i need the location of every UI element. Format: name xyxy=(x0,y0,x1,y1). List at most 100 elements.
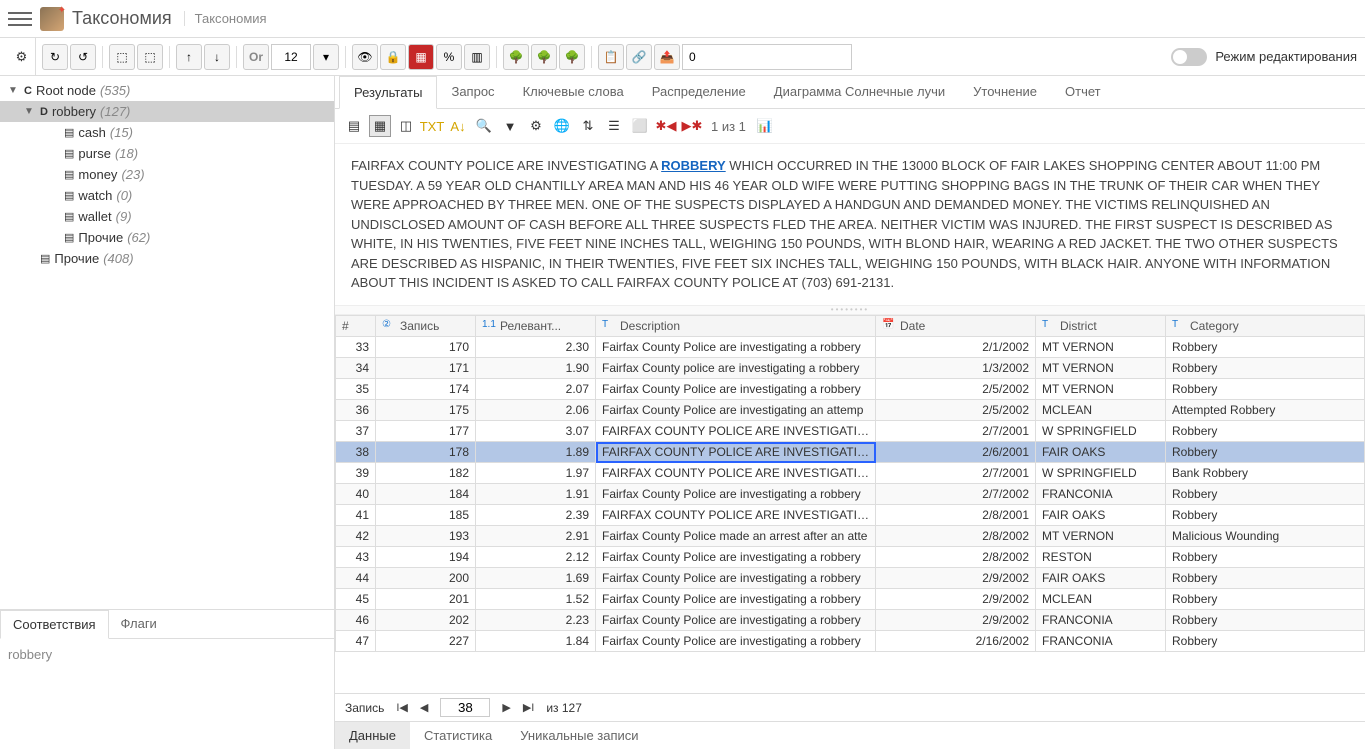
table-row[interactable]: 462022.23Fairfax County Police are inves… xyxy=(336,610,1365,631)
pager-next-icon[interactable]: ▶ xyxy=(502,701,510,714)
menu-icon[interactable] xyxy=(8,7,32,31)
main-tab[interactable]: Уточнение xyxy=(959,76,1051,108)
table-row[interactable]: 341711.90Fairfax County police are inves… xyxy=(336,358,1365,379)
col-num[interactable]: # xyxy=(336,315,376,337)
view-split-icon[interactable]: ◫ xyxy=(395,115,417,137)
view-list-icon[interactable]: ▤ xyxy=(343,115,365,137)
bottom-tab[interactable]: Уникальные записи xyxy=(506,722,652,749)
caret-icon[interactable]: ▼ xyxy=(24,106,36,117)
table-row[interactable]: 452011.52Fairfax County Police are inves… xyxy=(336,589,1365,610)
detail-highlight[interactable]: ROBBERY xyxy=(661,158,726,173)
tab-flags[interactable]: Флаги xyxy=(109,610,169,638)
caret-icon[interactable]: ▼ xyxy=(8,85,20,96)
filter-icon[interactable]: ▼ xyxy=(499,115,521,137)
table-row[interactable]: 411852.39FAIRFAX COUNTY POLICE ARE INVES… xyxy=(336,505,1365,526)
table-row[interactable]: 351742.07Fairfax County Police are inves… xyxy=(336,379,1365,400)
col-record[interactable]: ②Запись xyxy=(376,315,476,337)
collapse-button[interactable]: ⬚ xyxy=(137,44,163,70)
gear-icon[interactable]: ⚙ xyxy=(525,115,547,137)
main-tab[interactable]: Ключевые слова xyxy=(509,76,638,108)
eye-button[interactable]: 👁 xyxy=(352,44,378,70)
main-tab[interactable]: Отчет xyxy=(1051,76,1115,108)
table-row[interactable]: 371773.07FAIRFAX COUNTY POLICE ARE INVES… xyxy=(336,421,1365,442)
col-category[interactable]: TCategory xyxy=(1166,315,1365,337)
table-row[interactable]: 442001.69Fairfax County Police are inves… xyxy=(336,568,1365,589)
tree-node[interactable]: ▤watch(0) xyxy=(0,185,334,206)
value-spinner[interactable] xyxy=(682,44,852,70)
table-row[interactable]: 421932.91Fairfax County Police made an a… xyxy=(336,526,1365,547)
node-label: watch xyxy=(78,188,112,203)
pager-prev-icon[interactable]: ◀ xyxy=(420,701,428,714)
tree-node[interactable]: ▤wallet(9) xyxy=(0,206,334,227)
results-grid[interactable]: # ②Запись 1.1Релевант... TDescription 📅D… xyxy=(335,315,1365,694)
tree-node[interactable]: ▤Прочие(62) xyxy=(0,227,334,248)
col-district[interactable]: TDistrict xyxy=(1036,315,1166,337)
table-row[interactable]: 361752.06Fairfax County Police are inves… xyxy=(336,400,1365,421)
pager-input[interactable] xyxy=(440,698,490,717)
table-row[interactable]: 391821.97FAIRFAX COUNTY POLICE ARE INVES… xyxy=(336,463,1365,484)
main-tab[interactable]: Запрос xyxy=(437,76,508,108)
tab-matches[interactable]: Соответствия xyxy=(0,610,109,639)
prev-result-icon[interactable]: ✱◀ xyxy=(655,115,677,137)
txt-icon[interactable]: TXT xyxy=(421,115,443,137)
link-button[interactable]: 🔗 xyxy=(626,44,652,70)
matches-content: robbery xyxy=(0,639,334,670)
edit-mode-toggle[interactable] xyxy=(1171,48,1207,66)
tree-node[interactable]: ▤money(23) xyxy=(0,164,334,185)
table-row[interactable]: 331702.30Fairfax County Police are inves… xyxy=(336,337,1365,358)
col-relevance[interactable]: 1.1Релевант... xyxy=(476,315,596,337)
main-tab[interactable]: Диаграмма Солнечные лучи xyxy=(760,76,959,108)
globe-icon[interactable]: 🌐 xyxy=(551,115,573,137)
tree-button-1[interactable]: 🌳 xyxy=(503,44,529,70)
or-button[interactable]: Or xyxy=(243,44,269,70)
down-button[interactable]: ↓ xyxy=(204,44,230,70)
tree-node[interactable]: ▤Прочие(408) xyxy=(0,248,334,269)
taxonomy-tree: ▼ C Root node (535) ▼Drobbery(127)▤cash(… xyxy=(0,76,334,609)
binoculars-icon[interactable]: 🔍 xyxy=(473,115,495,137)
bullet-list-icon[interactable]: ☰ xyxy=(603,115,625,137)
app-icon xyxy=(40,7,64,31)
tree-node[interactable]: ▤purse(18) xyxy=(0,143,334,164)
tree-button-3[interactable]: 🌳 xyxy=(559,44,585,70)
lock-button[interactable]: 🔒 xyxy=(380,44,406,70)
main-tab[interactable]: Результаты xyxy=(339,76,437,109)
clipboard-button[interactable]: 📋 xyxy=(598,44,624,70)
table-row[interactable]: 472271.84Fairfax County Police are inves… xyxy=(336,631,1365,652)
undo-button[interactable]: ↺ xyxy=(70,44,96,70)
chart-icon[interactable]: 📊 xyxy=(754,115,776,137)
main-tab[interactable]: Распределение xyxy=(638,76,760,108)
edit-mode-label: Режим редактирования xyxy=(1215,49,1357,64)
tree-node[interactable]: ▼Drobbery(127) xyxy=(0,101,334,122)
tree-root[interactable]: ▼ C Root node (535) xyxy=(0,80,334,101)
sort-az-icon[interactable]: A↓ xyxy=(447,115,469,137)
refresh-button[interactable]: ↻ xyxy=(42,44,68,70)
node-count: (62) xyxy=(127,230,150,245)
col-date[interactable]: 📅Date xyxy=(876,315,1036,337)
export-button[interactable]: 📤 xyxy=(654,44,680,70)
pager-last-icon[interactable]: ▶I xyxy=(523,701,535,714)
pager-first-icon[interactable]: I◀ xyxy=(396,701,408,714)
up-button[interactable]: ↑ xyxy=(176,44,202,70)
tree-button-2[interactable]: 🌳 xyxy=(531,44,557,70)
font-size-input[interactable] xyxy=(271,44,311,70)
bottom-tab[interactable]: Статистика xyxy=(410,722,506,749)
expand-button[interactable]: ⬚ xyxy=(109,44,135,70)
node-label: robbery xyxy=(52,104,96,119)
node-count: (0) xyxy=(116,188,132,203)
next-result-icon[interactable]: ▶✱ xyxy=(681,115,703,137)
table-row[interactable]: 431942.12Fairfax County Police are inves… xyxy=(336,547,1365,568)
table-row[interactable]: 381781.89FAIRFAX COUNTY POLICE ARE INVES… xyxy=(336,442,1365,463)
table-row[interactable]: 401841.91Fairfax County Police are inves… xyxy=(336,484,1365,505)
view-grid-icon[interactable]: ▦ xyxy=(369,115,391,137)
column-button[interactable]: ▥ xyxy=(464,44,490,70)
sort-arrows-icon[interactable]: ⇅ xyxy=(577,115,599,137)
font-dropdown-button[interactable]: ▾ xyxy=(313,44,339,70)
percent-button[interactable]: % xyxy=(436,44,462,70)
window-icon[interactable]: ⬜ xyxy=(629,115,651,137)
bottom-tab[interactable]: Данные xyxy=(335,722,410,749)
tree-node[interactable]: ▤cash(15) xyxy=(0,122,334,143)
splitter-handle[interactable]: •••••••• xyxy=(335,305,1365,315)
highlight-button[interactable]: ▦ xyxy=(408,44,434,70)
settings-icon[interactable]: ⚙ xyxy=(8,38,36,75)
col-description[interactable]: TDescription xyxy=(596,315,876,337)
